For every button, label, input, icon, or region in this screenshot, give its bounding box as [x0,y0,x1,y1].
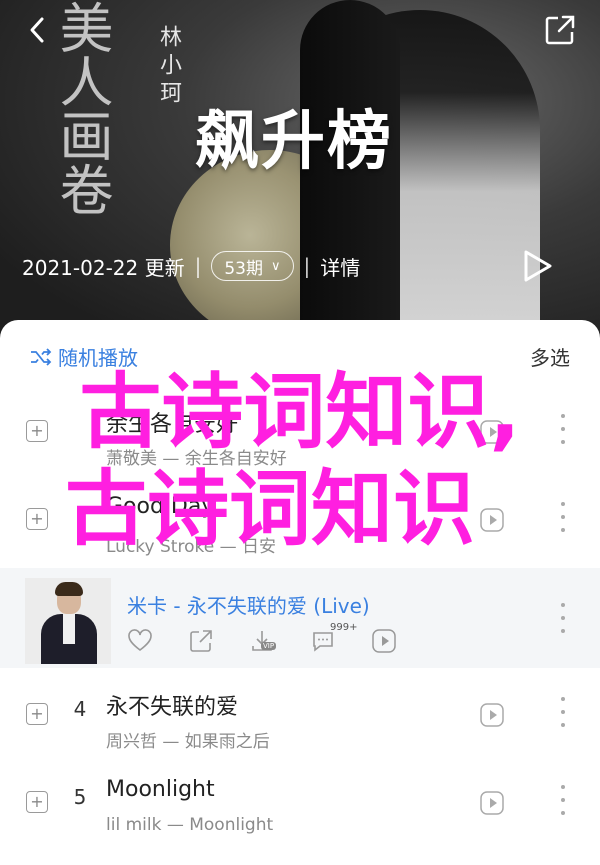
download-button[interactable]: VIP [249,628,277,654]
list-item[interactable]: + Good Day Lucky Stroke — 日安 [0,480,600,568]
cover-deco-artist: 林小珂 [156,25,181,109]
add-icon[interactable]: + [26,703,48,725]
song-title: Moonlight [106,777,215,802]
play-icon [524,250,552,282]
add-icon[interactable]: + [26,508,48,530]
play-circle-icon [372,629,396,653]
list-item[interactable]: + 5 Moonlight lil milk — Moonlight [0,763,600,851]
comment-button[interactable]: 999+ [310,622,357,654]
play-circle-icon [480,508,504,532]
play-circle-icon [480,703,504,727]
song-artist: 萧敬美 — 余生各自安好 [106,449,287,469]
vip-badge: VIP [261,642,277,650]
mv-button[interactable] [480,703,504,727]
mv-button[interactable] [371,628,397,654]
share-song-button[interactable] [188,628,214,654]
divider: | [194,254,202,278]
mv-button[interactable] [480,791,504,815]
cover-deco-text: 美人画卷 [50,0,113,216]
like-button[interactable] [127,628,153,654]
details-link[interactable]: 详情 [320,252,360,281]
share-icon [545,15,575,45]
shuffle-label: 随机播放 [58,346,138,370]
song-list-panel: 随机播放 多选 + 余生各自安好 萧敬美 — 余生各自安好 + Good Day… [0,320,600,865]
list-toolbar: 随机播放 多选 [0,320,600,390]
shuffle-play-button[interactable]: 随机播放 [30,342,138,371]
now-playing-actions: VIP 999+ [127,622,432,654]
comment-count: 999+ [330,622,358,633]
share-button[interactable] [542,12,578,48]
playlist-meta: 2021-02-22 更新 | 53期 ∨ | 详情 [22,250,360,282]
chevron-left-icon [30,17,44,43]
play-all-button[interactable] [516,246,556,286]
album-thumbnail [25,578,111,664]
rank-number: 4 [73,697,87,721]
now-playing-item[interactable]: 米卡 - 永不失联的爱 (Live) VIP 999+ [0,568,600,668]
playlist-title: 飙升榜 [195,105,393,179]
play-circle-icon [480,791,504,815]
heart-icon [128,629,152,652]
multi-select-button[interactable]: 多选 [530,342,570,371]
issue-count: 53期 [224,258,263,279]
more-icon[interactable] [556,785,570,815]
shuffle-icon [31,347,52,366]
song-title: 永不失联的爱 [106,695,239,720]
add-icon[interactable]: + [26,791,48,813]
song-artist: Lucky Stroke — 日安 [106,537,276,557]
chevron-down-icon: ∨ [270,258,281,274]
download-icon [252,631,272,651]
more-icon[interactable] [556,502,570,532]
playlist-header: 美人画卷 林小珂 飙升榜 2021-02-22 更新 | 53期 ∨ | 详情 [0,0,600,340]
more-icon[interactable] [556,697,570,727]
song-title: Good Day [106,494,215,519]
mv-button[interactable] [480,508,504,532]
share-icon [190,630,212,652]
add-icon[interactable]: + [26,420,48,442]
more-icon[interactable] [556,603,570,633]
rank-number: 5 [73,785,87,809]
divider: | [303,254,311,278]
issue-selector[interactable]: 53期 ∨ [211,251,294,281]
back-button[interactable] [22,14,54,46]
mv-button[interactable] [480,420,504,444]
play-circle-icon [480,420,504,444]
more-icon[interactable] [556,414,570,444]
list-item[interactable]: + 4 永不失联的爱 周兴哲 — 如果雨之后 [0,675,600,763]
now-playing-title: 米卡 - 永不失联的爱 (Live) [127,594,370,618]
list-item[interactable]: + 余生各自安好 萧敬美 — 余生各自安好 [0,392,600,480]
update-date: 2021-02-22 更新 [22,255,185,280]
song-artist: 周兴哲 — 如果雨之后 [106,732,270,752]
song-title: 余生各自安好 [106,412,239,437]
song-artist: lil milk — Moonlight [106,815,274,835]
